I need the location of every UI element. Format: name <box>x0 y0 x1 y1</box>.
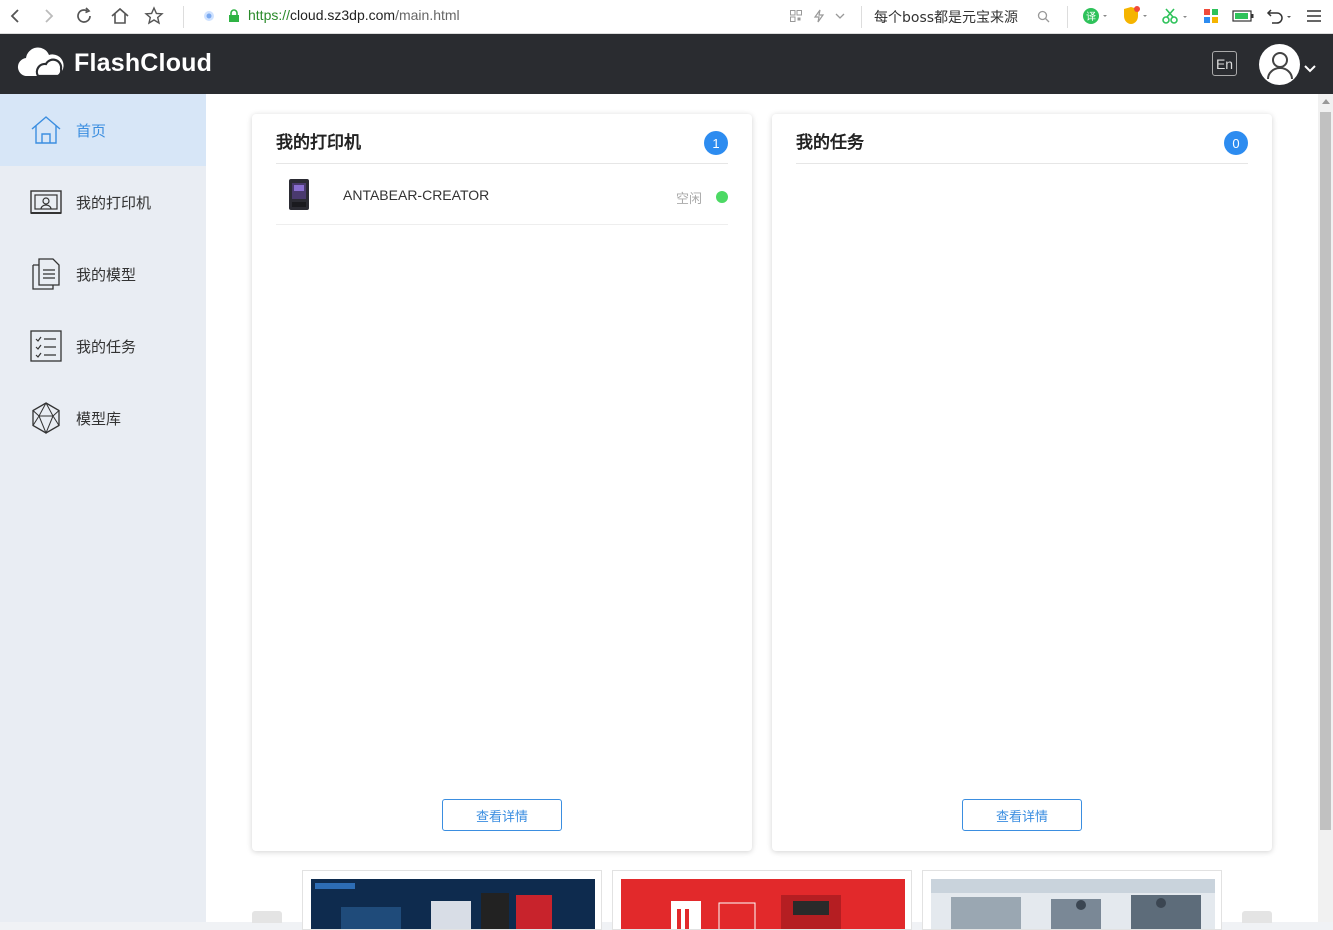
banner-slide[interactable] <box>302 870 602 930</box>
secure-lock-icon <box>225 4 243 28</box>
count-badge: 1 <box>704 131 728 155</box>
address-bar[interactable]: https://cloud.sz3dp.com/main.html <box>248 7 460 23</box>
battery-icon <box>1230 4 1256 28</box>
printer-list-item[interactable]: ANTABEAR-CREATOR 空闲 <box>276 164 728 225</box>
toolbar-divider <box>183 6 184 28</box>
printers-card: 我的打印机 1 ANTABEAR-CREATOR 空闲 查看详情 <box>252 114 752 851</box>
main-content: 我的打印机 1 ANTABEAR-CREATOR 空闲 查看详情 我的任务 0 … <box>206 94 1318 930</box>
view-details-button[interactable]: 查看详情 <box>962 799 1082 831</box>
document-icon <box>32 258 60 290</box>
printer-thumbnail <box>289 179 309 210</box>
url-scheme: https:// <box>248 7 291 23</box>
page-scrollbar[interactable] <box>1318 94 1333 922</box>
app-logo[interactable]: FlashCloud <box>16 47 212 79</box>
sidebar-item-home[interactable]: 首页 <box>0 94 206 166</box>
user-icon <box>1266 51 1293 79</box>
site-info-icon[interactable] <box>200 4 218 28</box>
banner-slide[interactable] <box>922 870 1222 930</box>
reload-icon[interactable] <box>72 4 96 28</box>
qr-code-icon[interactable] <box>786 4 806 28</box>
carousel-prev-button[interactable] <box>252 911 282 923</box>
home-icon <box>31 116 61 144</box>
app-header: FlashCloud En <box>0 34 1333 94</box>
task-list-icon <box>30 330 62 362</box>
banner-image <box>931 879 1215 929</box>
apps-grid-icon[interactable] <box>1200 4 1222 28</box>
lightning-icon[interactable] <box>809 4 829 28</box>
sidebar-item-label: 模型库 <box>76 409 122 428</box>
scroll-thumb[interactable] <box>1320 112 1331 830</box>
sidebar: 首页 我的打印机 我的模型 我的任务 模型库 <box>0 94 206 922</box>
bookmark-star-icon[interactable] <box>142 4 166 28</box>
menu-icon[interactable] <box>1303 4 1325 28</box>
tasks-card: 我的任务 0 查看详情 <box>772 114 1272 851</box>
printer-status: 空闲 <box>675 192 702 207</box>
banner-image <box>621 879 905 929</box>
avatar[interactable] <box>1259 44 1300 85</box>
app-name: FlashCloud <box>74 48 213 77</box>
card-title: 我的打印机 <box>276 133 361 153</box>
language-toggle-button[interactable]: En <box>1212 51 1237 76</box>
sidebar-item-models[interactable]: 我的模型 <box>0 238 206 310</box>
url-host: cloud.sz3dp.com <box>290 7 396 23</box>
search-box[interactable]: 每个boss都是元宝来源 <box>874 7 1018 27</box>
model-library-icon <box>32 402 60 434</box>
svg-text:译: 译 <box>1086 11 1096 23</box>
back-icon[interactable] <box>3 4 27 28</box>
divider <box>796 163 1248 164</box>
sidebar-item-label: 我的任务 <box>76 337 137 356</box>
toolbar-divider <box>861 6 862 28</box>
sidebar-item-printers[interactable]: 我的打印机 <box>0 166 206 238</box>
browser-toolbar: https://cloud.sz3dp.com/main.html 每个boss… <box>0 0 1333 34</box>
carousel-next-button[interactable] <box>1242 911 1272 923</box>
sidebar-item-label: 我的打印机 <box>76 193 152 212</box>
url-path: /main.html <box>395 7 460 23</box>
card-title: 我的任务 <box>796 133 864 153</box>
undo-icon[interactable] <box>1264 4 1294 28</box>
banner-slide[interactable] <box>612 870 912 930</box>
printer-name: ANTABEAR-CREATOR <box>343 187 490 203</box>
count-badge: 0 <box>1224 131 1248 155</box>
sidebar-item-tasks[interactable]: 我的任务 <box>0 310 206 382</box>
coupon-shield-icon[interactable] <box>1120 4 1150 28</box>
sidebar-item-label: 首页 <box>76 121 107 140</box>
chevron-down-icon[interactable] <box>1304 58 1316 77</box>
scissors-icon[interactable] <box>1160 4 1190 28</box>
cloud-logo-icon <box>17 47 64 78</box>
printer-icon <box>30 190 62 214</box>
banner-image <box>311 879 595 929</box>
forward-icon[interactable] <box>37 4 61 28</box>
chevron-down-icon[interactable] <box>831 4 849 28</box>
status-indicator <box>716 191 728 203</box>
search-icon[interactable] <box>1033 4 1053 28</box>
view-details-button[interactable]: 查看详情 <box>442 799 562 831</box>
toolbar-divider <box>1067 6 1068 28</box>
sidebar-item-label: 我的模型 <box>76 265 137 284</box>
sidebar-item-model-library[interactable]: 模型库 <box>0 382 206 454</box>
translate-icon[interactable]: 译 <box>1081 4 1109 28</box>
home-page-icon[interactable] <box>108 4 132 28</box>
scroll-up-icon[interactable] <box>1322 99 1330 104</box>
